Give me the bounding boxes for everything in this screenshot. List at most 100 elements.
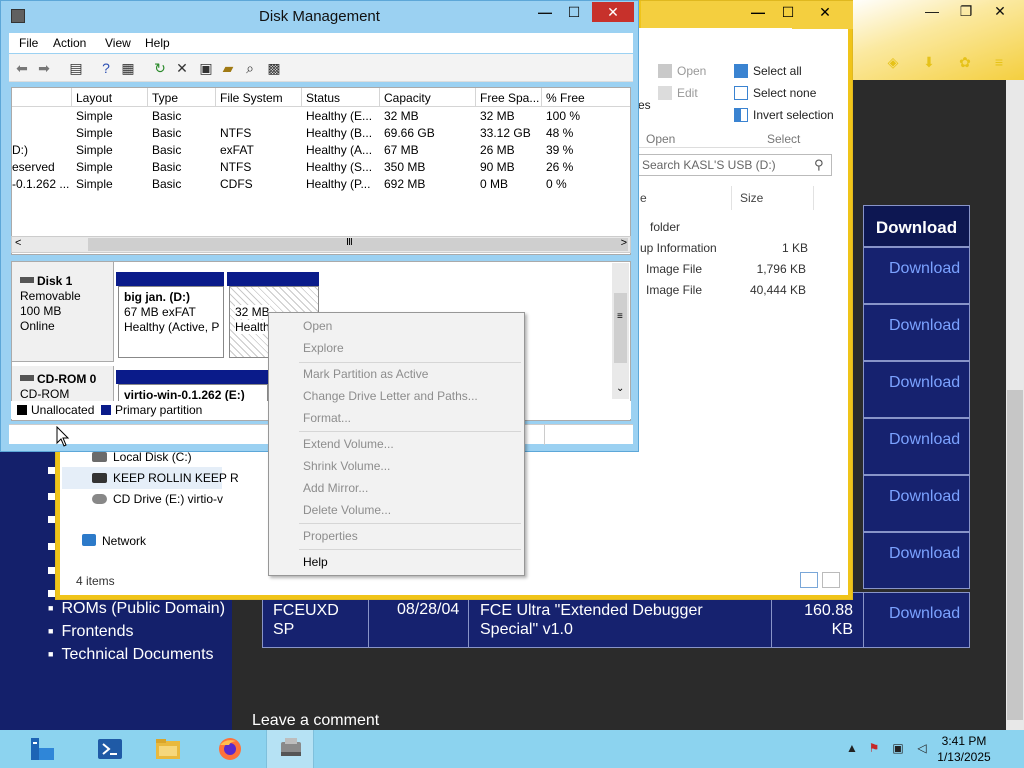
show-hide-console-tree-icon[interactable]: ▤	[67, 59, 85, 77]
nav-item-network[interactable]: Network	[82, 534, 146, 548]
download-link[interactable]: Download	[889, 488, 960, 506]
select-none-button[interactable]: Select none	[734, 86, 816, 100]
clock[interactable]: 3:41 PM 1/13/2025	[936, 733, 992, 765]
volume-icon[interactable]: ◁	[914, 741, 930, 757]
scroll-right-icon[interactable]: >	[621, 237, 627, 249]
menu-item-shrink-volume[interactable]: Shrink Volume...	[303, 459, 390, 473]
show-hidden-icons-button[interactable]: ▲	[844, 741, 860, 757]
download-arrow-icon[interactable]: ⬇	[920, 54, 938, 72]
file-name[interactable]: Image File	[646, 262, 702, 276]
explorer-minimize-button[interactable]: —	[745, 1, 771, 23]
invert-selection-button[interactable]: Invert selection	[734, 108, 834, 122]
download-link[interactable]: Download	[889, 431, 960, 449]
forward-arrow-icon[interactable]: ➡	[35, 59, 53, 77]
nav-item-cd-drive[interactable]: CD Drive (E:) virtio-v	[92, 492, 223, 506]
scroll-left-icon[interactable]: <	[15, 237, 21, 249]
flag-icon[interactable]: ⚑	[866, 741, 882, 757]
column-header-file-system[interactable]: File System	[216, 88, 302, 107]
menu-help[interactable]: Help	[145, 36, 170, 50]
column-header-type[interactable]: Type	[148, 88, 216, 107]
menu-item-explore[interactable]: Explore	[303, 341, 344, 355]
details-view-icon[interactable]	[800, 572, 818, 588]
download-link[interactable]: Download	[889, 260, 960, 278]
menu-item-delete-volume[interactable]: Delete Volume...	[303, 503, 391, 517]
file-name[interactable]: Image File	[646, 283, 702, 297]
browser-restore-button[interactable]: ❐	[948, 0, 984, 22]
table-row[interactable]: Simple Basic NTFS Healthy (B... 69.66 GB 33.1…	[12, 125, 630, 142]
taskbar-firefox[interactable]	[206, 730, 254, 768]
menu-file[interactable]: File	[19, 36, 38, 50]
properties-pane-icon[interactable]: ▦	[119, 59, 137, 77]
refresh-icon[interactable]: ↻	[151, 59, 169, 77]
browser-minimize-button[interactable]: —	[914, 0, 950, 22]
delete-icon[interactable]: ✕	[173, 59, 191, 77]
close-button[interactable]: ✕	[592, 2, 634, 22]
nav-link-roms[interactable]: ROMs (Public Domain)	[48, 600, 225, 623]
taskbar-file-explorer[interactable]	[144, 730, 192, 768]
menu-item-add-mirror[interactable]: Add Mirror...	[303, 481, 368, 495]
column-header-capacity[interactable]: Capacity	[380, 88, 476, 107]
menu-item-extend-volume[interactable]: Extend Volume...	[303, 437, 394, 451]
download-link[interactable]: Download	[889, 545, 960, 563]
taskbar-disk-management[interactable]	[266, 730, 314, 768]
open-folder-icon[interactable]: ▰	[219, 59, 237, 77]
file-name[interactable]: folder	[650, 220, 680, 234]
download-link[interactable]: Download	[889, 605, 960, 623]
vertical-scrollbar[interactable]: ≡ ⌄	[612, 263, 629, 399]
partition-d[interactable]: big jan. (D:) 67 MB exFAT Healthy (Activ…	[118, 286, 224, 358]
column-header-percent-free[interactable]: % Free	[542, 88, 630, 107]
help-icon[interactable]: ?	[97, 59, 115, 77]
scrollbar-thumb[interactable]	[614, 293, 627, 363]
browser-close-button[interactable]: ✕	[982, 0, 1018, 22]
table-row[interactable]: eserved Simple Basic NTFS Healthy (S... 350 M…	[12, 159, 630, 176]
network-icon[interactable]: ▣	[890, 741, 906, 757]
scroll-down-icon[interactable]: ⌄	[616, 383, 624, 394]
ribbon-open-button[interactable]: Open	[658, 64, 706, 78]
download-link[interactable]: Download	[889, 374, 960, 392]
column-header-layout[interactable]: Layout	[72, 88, 148, 107]
menu-item-format[interactable]: Format...	[303, 411, 351, 425]
menu-item-help[interactable]: Help	[303, 555, 328, 569]
menu-view[interactable]: View	[105, 36, 131, 50]
table-row[interactable]: Simple Basic Healthy (E... 32 MB 32 MB 100 %	[12, 108, 630, 125]
cdrom-label-panel[interactable]: CD-ROM 0 CD-ROM	[12, 366, 114, 406]
scrollbar-thumb[interactable]	[88, 238, 628, 251]
column-header-status[interactable]: Status	[302, 88, 380, 107]
back-arrow-icon[interactable]: ⬅	[13, 59, 31, 77]
menu-action[interactable]: Action	[53, 36, 86, 50]
menu-item-change-drive-letter[interactable]: Change Drive Letter and Paths...	[303, 389, 478, 403]
leave-comment-link[interactable]: Leave a comment	[252, 712, 379, 730]
settings-icon[interactable]: ▩	[265, 59, 283, 77]
file-name[interactable]: up Information	[640, 241, 717, 255]
search-icon[interactable]: ⌕	[241, 59, 259, 77]
properties-icon[interactable]: ▣	[197, 59, 215, 77]
large-icons-view-icon[interactable]	[822, 572, 840, 588]
search-input[interactable]: Search KASL'S USB (D:)	[636, 154, 832, 176]
scrollbar-thumb[interactable]	[1007, 390, 1023, 720]
nav-item-local-disk[interactable]: Local Disk (C:)	[92, 450, 192, 464]
nav-link-technical-documents[interactable]: Technical Documents	[48, 646, 225, 669]
table-row[interactable]: D:) Simple Basic exFAT Healthy (A... 67 MB 26 …	[12, 142, 630, 159]
explorer-close-button[interactable]: ✕	[811, 1, 839, 23]
page-scrollbar[interactable]	[1006, 80, 1024, 730]
taskbar-server-manager[interactable]	[18, 730, 66, 768]
explorer-maximize-button[interactable]: ☐	[775, 1, 801, 23]
column-header-name[interactable]: e	[640, 186, 732, 210]
menu-item-properties[interactable]: Properties	[303, 529, 358, 543]
pocket-icon[interactable]: ◈	[884, 54, 902, 72]
menu-item-mark-active[interactable]: Mark Partition as Active	[303, 367, 428, 381]
column-header-volume[interactable]	[12, 88, 72, 107]
column-header-size[interactable]: Size	[740, 186, 814, 210]
column-header-free-space[interactable]: Free Spa...	[476, 88, 542, 107]
horizontal-scrollbar[interactable]: < Ⅲ >	[11, 236, 631, 253]
maximize-button[interactable]: ☐	[560, 2, 588, 22]
menu-item-open[interactable]: Open	[303, 319, 332, 333]
nav-link-frontends[interactable]: Frontends	[48, 623, 225, 646]
extensions-icon[interactable]: ✿	[956, 54, 974, 72]
disk1-label-panel[interactable]: Disk 1 Removable 100 MB Online	[12, 262, 114, 362]
table-row[interactable]: -0.1.262 ... Simple Basic CDFS Healthy (P...…	[12, 176, 630, 193]
download-link[interactable]: Download	[889, 317, 960, 335]
nav-item-usb-drive[interactable]: KEEP ROLLIN KEEP R	[92, 471, 239, 485]
ribbon-edit-button[interactable]: Edit	[658, 86, 698, 100]
menu-icon[interactable]: ≡	[990, 54, 1008, 72]
